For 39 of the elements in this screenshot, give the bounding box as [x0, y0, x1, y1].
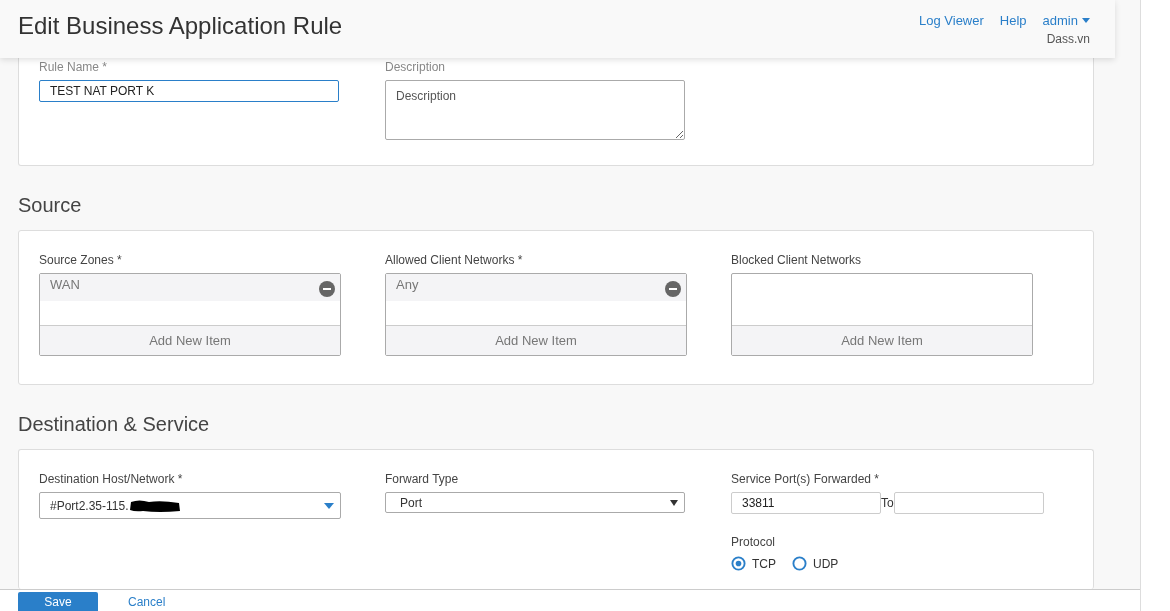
- field-label: Forward Type: [385, 472, 459, 486]
- section-title: Destination & Service: [18, 413, 211, 436]
- radio-button[interactable]: [792, 556, 807, 571]
- add-item-button[interactable]: Add New Item: [732, 325, 1032, 355]
- add-item-button[interactable]: Add New Item: [386, 325, 686, 355]
- cancel-link[interactable]: Cancel: [106, 592, 188, 611]
- remove-icon[interactable]: [319, 280, 335, 297]
- caret-icon: [670, 499, 678, 506]
- field-label: Source Zones *: [39, 253, 122, 267]
- field-label: Rule Name *: [39, 60, 108, 74]
- field-label: Allowed Client Networks *: [385, 253, 523, 267]
- user-menu[interactable]: admin: [1042, 13, 1090, 28]
- save-button[interactable]: Save: [18, 592, 98, 611]
- field-label: Blocked Client Networks: [731, 253, 862, 267]
- radio-label: UDP: [813, 556, 839, 571]
- header-link[interactable]: Log Viewer: [919, 13, 984, 28]
- to-label: To: [881, 496, 894, 510]
- remove-icon[interactable]: [665, 280, 681, 297]
- list-item: WAN: [50, 277, 80, 292]
- section-title: Source: [18, 194, 83, 217]
- caret-icon: [1082, 18, 1090, 23]
- add-item-button[interactable]: Add New Item: [40, 325, 340, 355]
- page-title: Edit Business Application Rule: [18, 12, 343, 41]
- caret-icon: [324, 502, 334, 509]
- description-field[interactable]: Description: [385, 80, 685, 140]
- field-label: Destination Host/Network *: [39, 472, 183, 486]
- destination-select[interactable]: #Port2.35-115.: [39, 492, 341, 519]
- port-from-field[interactable]: 33811: [731, 492, 881, 514]
- radio-label: TCP: [752, 556, 776, 571]
- forward-type-select[interactable]: Port: [385, 492, 685, 513]
- field-label: Service Port(s) Forwarded *: [731, 472, 880, 486]
- rule-name-field[interactable]: TEST NAT PORT K: [39, 80, 339, 102]
- field-label: Protocol: [731, 535, 776, 549]
- radio-button[interactable]: [731, 556, 746, 571]
- list-item: Any: [396, 277, 419, 292]
- port-to-field[interactable]: [893, 492, 1044, 514]
- field-label: Description: [385, 60, 446, 74]
- organization-name: Dass.vn: [1046, 32, 1090, 46]
- header-link[interactable]: Help: [999, 13, 1027, 28]
